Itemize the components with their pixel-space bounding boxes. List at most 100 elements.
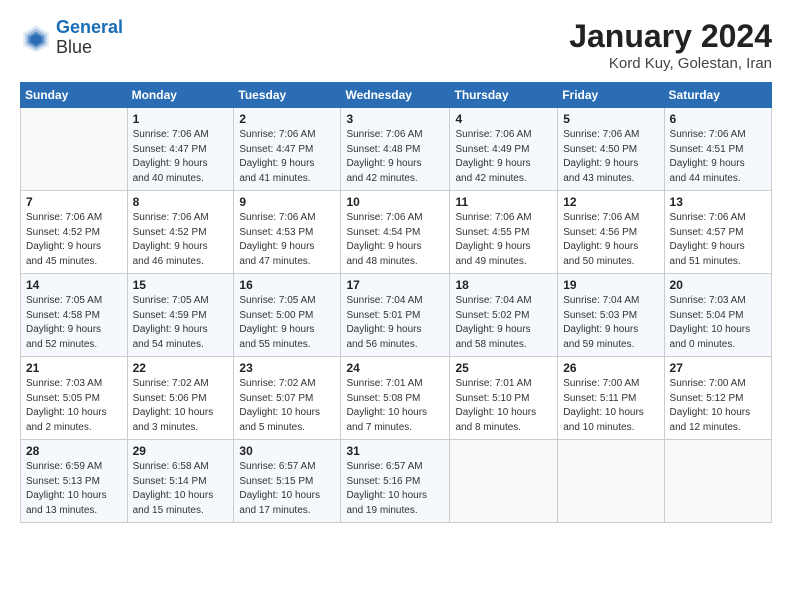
calendar-cell: 9Sunrise: 7:06 AM Sunset: 4:53 PM Daylig…	[234, 191, 341, 274]
header: General Blue January 2024 Kord Kuy, Gole…	[20, 18, 772, 72]
logo-line2: Blue	[56, 38, 123, 58]
day-info: Sunrise: 7:04 AM Sunset: 5:01 PM Dayligh…	[346, 294, 444, 352]
day-number: 20	[670, 278, 766, 292]
day-info: Sunrise: 7:05 AM Sunset: 4:58 PM Dayligh…	[26, 294, 122, 352]
day-number: 22	[133, 361, 229, 375]
day-number: 8	[133, 195, 229, 209]
calendar-cell: 18 Sunrise: 7:04 AM Sunset: 5:02 PM Dayli…	[450, 274, 558, 357]
logo-icon	[20, 22, 52, 54]
day-info: Sunrise: 7:06 AM Sunset: 4:49 PM Dayligh…	[455, 128, 552, 186]
weekday-header-sunday: Sunday	[21, 83, 128, 108]
day-info: Sunrise: 7:06 AM Sunset: 4:50 PM Dayligh…	[563, 128, 658, 186]
day-number: 6	[670, 112, 766, 126]
day-info: Sunrise: 6:57 AM Sunset: 5:16 PM Dayligh…	[346, 460, 444, 518]
day-info: Sunrise: 7:05 AM Sunset: 5:00 PM Dayligh…	[239, 294, 335, 352]
weekday-header-saturday: Saturday	[664, 83, 771, 108]
day-info: Sunrise: 7:02 AM Sunset: 5:07 PM Dayligh…	[239, 377, 335, 435]
calendar-cell	[21, 108, 128, 191]
logo: General Blue	[20, 18, 123, 58]
day-info: Sunrise: 7:02 AM Sunset: 5:06 PM Dayligh…	[133, 377, 229, 435]
calendar-cell: 2Sunrise: 7:06 AM Sunset: 4:47 PM Daylig…	[234, 108, 341, 191]
calendar-cell: 1 Sunrise: 7:06 AM Sunset: 4:47 PM Daylig…	[127, 108, 234, 191]
calendar-cell: 20 Sunrise: 7:03 AM Sunset: 5:04 PM Dayli…	[664, 274, 771, 357]
day-info: Sunrise: 7:06 AM Sunset: 4:55 PM Dayligh…	[455, 211, 552, 269]
day-number: 17	[346, 278, 444, 292]
day-info: Sunrise: 7:04 AM Sunset: 5:03 PM Dayligh…	[563, 294, 658, 352]
day-info: Sunrise: 6:58 AM Sunset: 5:14 PM Dayligh…	[133, 460, 229, 518]
calendar-cell: 31 Sunrise: 6:57 AM Sunset: 5:16 PM Dayli…	[341, 440, 450, 523]
day-number: 5	[563, 112, 658, 126]
day-number: 30	[239, 444, 335, 458]
calendar-cell: 5 Sunrise: 7:06 AM Sunset: 4:50 PM Daylig…	[558, 108, 664, 191]
page-subtitle: Kord Kuy, Golestan, Iran	[569, 55, 772, 72]
day-info: Sunrise: 7:06 AM Sunset: 4:48 PM Dayligh…	[346, 128, 444, 186]
day-number: 23	[239, 361, 335, 375]
day-number: 1	[133, 112, 229, 126]
day-info: Sunrise: 7:06 AM Sunset: 4:52 PM Dayligh…	[133, 211, 229, 269]
calendar-cell: 23 Sunrise: 7:02 AM Sunset: 5:07 PM Dayli…	[234, 357, 341, 440]
weekday-header-friday: Friday	[558, 83, 664, 108]
week-row-5: 28 Sunrise: 6:59 AM Sunset: 5:13 PM Dayli…	[21, 440, 772, 523]
week-row-3: 14 Sunrise: 7:05 AM Sunset: 4:58 PM Dayli…	[21, 274, 772, 357]
day-info: Sunrise: 6:57 AM Sunset: 5:15 PM Dayligh…	[239, 460, 335, 518]
day-info: Sunrise: 7:06 AM Sunset: 4:52 PM Dayligh…	[26, 211, 122, 269]
day-number: 14	[26, 278, 122, 292]
weekday-header-thursday: Thursday	[450, 83, 558, 108]
page-title: January 2024	[569, 18, 772, 55]
day-info: Sunrise: 7:06 AM Sunset: 4:51 PM Dayligh…	[670, 128, 766, 186]
day-number: 31	[346, 444, 444, 458]
calendar-cell: 24 Sunrise: 7:01 AM Sunset: 5:08 PM Dayli…	[341, 357, 450, 440]
day-number: 27	[670, 361, 766, 375]
day-info: Sunrise: 7:05 AM Sunset: 4:59 PM Dayligh…	[133, 294, 229, 352]
day-number: 2	[239, 112, 335, 126]
calendar-cell: 10 Sunrise: 7:06 AM Sunset: 4:54 PM Dayli…	[341, 191, 450, 274]
day-info: Sunrise: 6:59 AM Sunset: 5:13 PM Dayligh…	[26, 460, 122, 518]
day-info: Sunrise: 7:03 AM Sunset: 5:05 PM Dayligh…	[26, 377, 122, 435]
calendar-cell: 26 Sunrise: 7:00 AM Sunset: 5:11 PM Dayli…	[558, 357, 664, 440]
day-number: 21	[26, 361, 122, 375]
calendar-cell: 3Sunrise: 7:06 AM Sunset: 4:48 PM Daylig…	[341, 108, 450, 191]
calendar-cell: 12 Sunrise: 7:06 AM Sunset: 4:56 PM Dayli…	[558, 191, 664, 274]
day-info: Sunrise: 7:06 AM Sunset: 4:54 PM Dayligh…	[346, 211, 444, 269]
day-number: 13	[670, 195, 766, 209]
page: General Blue January 2024 Kord Kuy, Gole…	[0, 0, 792, 612]
calendar-cell: 25Sunrise: 7:01 AM Sunset: 5:10 PM Dayli…	[450, 357, 558, 440]
calendar-cell: 13 Sunrise: 7:06 AM Sunset: 4:57 PM Dayli…	[664, 191, 771, 274]
day-info: Sunrise: 7:06 AM Sunset: 4:53 PM Dayligh…	[239, 211, 335, 269]
day-number: 29	[133, 444, 229, 458]
day-number: 19	[563, 278, 658, 292]
calendar-cell: 21 Sunrise: 7:03 AM Sunset: 5:05 PM Dayli…	[21, 357, 128, 440]
weekday-header-wednesday: Wednesday	[341, 83, 450, 108]
day-number: 12	[563, 195, 658, 209]
weekday-header-row: SundayMondayTuesdayWednesdayThursdayFrid…	[21, 83, 772, 108]
calendar-cell	[558, 440, 664, 523]
day-number: 18	[455, 278, 552, 292]
day-info: Sunrise: 7:06 AM Sunset: 4:47 PM Dayligh…	[133, 128, 229, 186]
day-info: Sunrise: 7:06 AM Sunset: 4:57 PM Dayligh…	[670, 211, 766, 269]
calendar-cell: 11Sunrise: 7:06 AM Sunset: 4:55 PM Dayli…	[450, 191, 558, 274]
calendar-cell: 6 Sunrise: 7:06 AM Sunset: 4:51 PM Daylig…	[664, 108, 771, 191]
calendar-cell: 14 Sunrise: 7:05 AM Sunset: 4:58 PM Dayli…	[21, 274, 128, 357]
day-info: Sunrise: 7:03 AM Sunset: 5:04 PM Dayligh…	[670, 294, 766, 352]
day-number: 28	[26, 444, 122, 458]
weekday-header-monday: Monday	[127, 83, 234, 108]
week-row-2: 7Sunrise: 7:06 AM Sunset: 4:52 PM Daylig…	[21, 191, 772, 274]
calendar: SundayMondayTuesdayWednesdayThursdayFrid…	[20, 82, 772, 523]
day-number: 4	[455, 112, 552, 126]
day-number: 25	[455, 361, 552, 375]
title-block: January 2024 Kord Kuy, Golestan, Iran	[569, 18, 772, 72]
day-number: 26	[563, 361, 658, 375]
calendar-cell	[664, 440, 771, 523]
day-number: 24	[346, 361, 444, 375]
day-number: 15	[133, 278, 229, 292]
calendar-cell: 7Sunrise: 7:06 AM Sunset: 4:52 PM Daylig…	[21, 191, 128, 274]
day-info: Sunrise: 7:00 AM Sunset: 5:11 PM Dayligh…	[563, 377, 658, 435]
week-row-4: 21 Sunrise: 7:03 AM Sunset: 5:05 PM Dayli…	[21, 357, 772, 440]
day-info: Sunrise: 7:01 AM Sunset: 5:08 PM Dayligh…	[346, 377, 444, 435]
day-info: Sunrise: 7:00 AM Sunset: 5:12 PM Dayligh…	[670, 377, 766, 435]
day-info: Sunrise: 7:06 AM Sunset: 4:56 PM Dayligh…	[563, 211, 658, 269]
day-number: 10	[346, 195, 444, 209]
day-info: Sunrise: 7:04 AM Sunset: 5:02 PM Dayligh…	[455, 294, 552, 352]
calendar-cell: 28 Sunrise: 6:59 AM Sunset: 5:13 PM Dayli…	[21, 440, 128, 523]
week-row-1: 1 Sunrise: 7:06 AM Sunset: 4:47 PM Daylig…	[21, 108, 772, 191]
